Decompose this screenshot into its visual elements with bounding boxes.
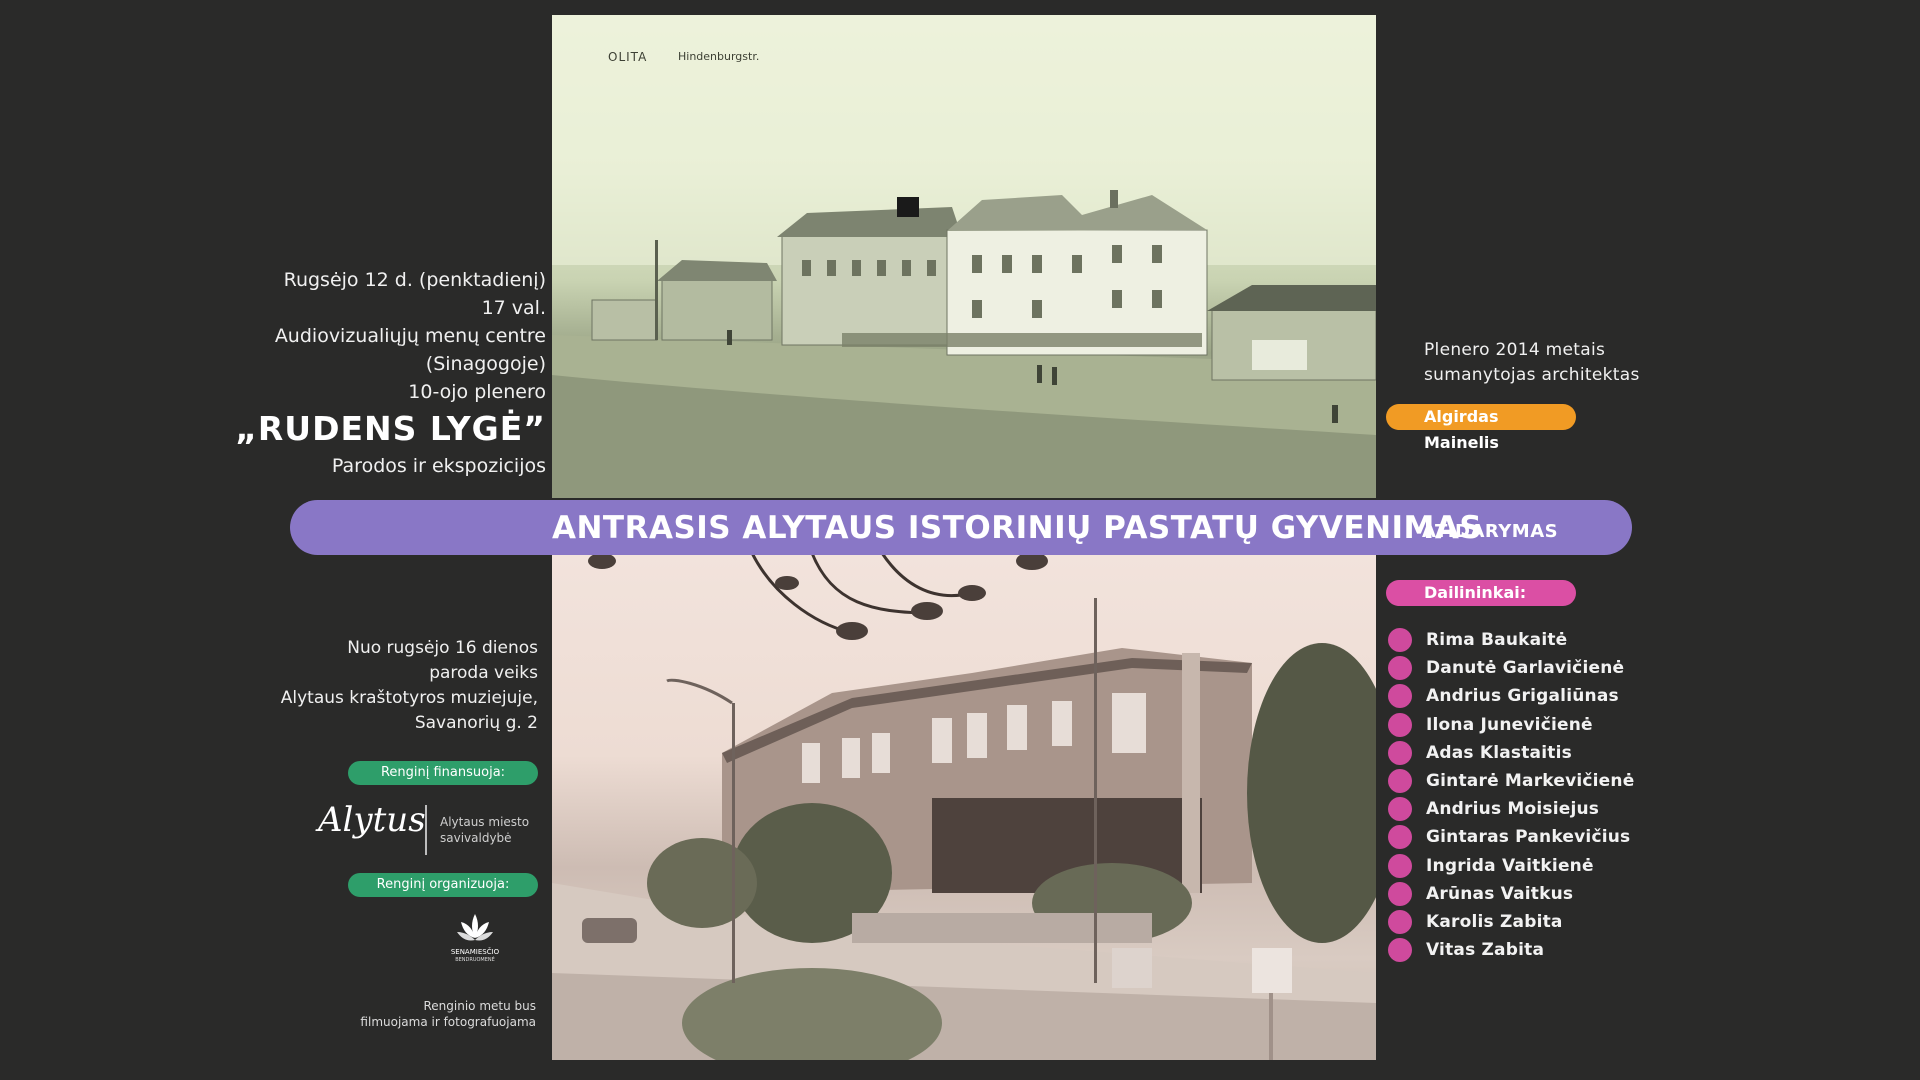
bullet-dot-icon — [1388, 797, 1412, 822]
funded-by-label: Renginį finansuoja: — [348, 761, 538, 785]
artist-name: Vitas Zabita — [1426, 940, 1545, 961]
banner-opening-label: ATIDARYMAS — [1422, 521, 1559, 542]
filming-note-line1: Renginio metu bus — [423, 999, 536, 1013]
list-item: Andrius Grigaliūnas — [1388, 682, 1634, 710]
logo-divider — [425, 805, 427, 855]
event-info: Rugsėjo 12 d. (penktadienį) 17 val. Audi… — [230, 266, 546, 480]
bullet-dot-icon — [1388, 825, 1412, 850]
list-item: Andrius Moisiejus — [1388, 795, 1634, 823]
event-subtitle: Parodos ir ekspozicijos — [331, 455, 546, 477]
initiator-line1: Plenero 2014 metais — [1424, 340, 1606, 360]
banner-title: ANTRASIS ALYTAUS ISTORINIŲ PASTATŲ GYVEN… — [552, 510, 1483, 546]
list-item: Vitas Zabita — [1388, 936, 1634, 964]
list-item: Gintaras Pankevičius — [1388, 823, 1634, 851]
bullet-dot-icon — [1388, 853, 1412, 878]
artist-name: Adas Klastaitis — [1426, 742, 1572, 763]
exhibition-line2: paroda veiks — [429, 663, 538, 683]
initiator-info: Plenero 2014 metais sumanytojas architek… — [1424, 338, 1640, 388]
funder-org-name: Alytaus miesto savivaldybė — [440, 814, 529, 846]
alytus-logo: Alytus — [318, 800, 428, 860]
list-item: Adas Klastaitis — [1388, 739, 1634, 767]
artist-name: Arūnas Vaitkus — [1426, 883, 1574, 904]
list-item: Karolis Zabita — [1388, 908, 1634, 936]
event-date: Rugsėjo 12 d. (penktadienį) — [283, 269, 546, 291]
event-venue-line2: (Sinagogoje) — [425, 353, 546, 375]
list-item: Rima Baukaitė — [1388, 626, 1634, 654]
artist-name: Ilona Junevičienė — [1426, 714, 1593, 735]
initiator-line2: sumanytojas architektas — [1424, 365, 1640, 385]
bullet-dot-icon — [1388, 656, 1412, 681]
photo-caption-street: Hindenburgstr. — [678, 50, 760, 63]
bullet-dot-icon — [1388, 628, 1412, 653]
bullet-dot-icon — [1388, 740, 1412, 765]
artist-name: Gintaras Pankevičius — [1426, 827, 1631, 848]
modern-street-illustration — [552, 553, 1376, 1060]
community-logo: SENAMIESČIO BENDRUOMENĖ — [440, 912, 510, 976]
modern-street-photo — [552, 553, 1376, 1060]
list-item: Gintarė Markevičienė — [1388, 767, 1634, 795]
artist-name: Ingrida Vaitkienė — [1426, 855, 1594, 876]
bullet-dot-icon — [1388, 938, 1412, 963]
artist-name: Andrius Grigaliūnas — [1426, 686, 1619, 707]
artist-name: Andrius Moisiejus — [1426, 799, 1600, 820]
filming-note: Renginio metu bus filmuojama ir fotograf… — [300, 998, 536, 1030]
alytus-logo-text: Alytus — [318, 800, 426, 840]
organized-by-label: Renginį organizuoja: — [348, 873, 538, 897]
event-plenary: 10-ojo plenero — [408, 381, 546, 403]
artist-name: Karolis Zabita — [1426, 911, 1563, 932]
event-time: 17 val. — [481, 297, 546, 319]
funder-org-line1: Alytaus miesto — [440, 815, 530, 829]
event-venue-line1: Audiovizualiųjų menų centre — [274, 325, 546, 347]
list-item: Arūnas Vaitkus — [1388, 880, 1634, 908]
historic-street-photo: OLITA Hindenburgstr. — [552, 15, 1376, 498]
exhibition-line3: Alytaus kraštotyros muziejuje, — [280, 688, 538, 708]
exhibition-line4: Savanorių g. 2 — [414, 713, 538, 733]
community-logo-line1: SENAMIESČIO — [450, 948, 500, 956]
artist-name: Gintarė Markevičienė — [1426, 771, 1635, 792]
bullet-dot-icon — [1388, 684, 1412, 709]
bullet-dot-icon — [1388, 909, 1412, 934]
list-item: Danutė Garlavičienė — [1388, 654, 1634, 682]
exhibition-info: Nuo rugsėjo 16 dienos paroda veiks Alyta… — [230, 636, 538, 736]
bullet-dot-icon — [1388, 881, 1412, 906]
list-item: Ilona Junevičienė — [1388, 711, 1634, 739]
historic-street-illustration — [552, 15, 1376, 498]
artist-name: Rima Baukaitė — [1426, 630, 1568, 651]
lotus-icon — [457, 914, 493, 941]
list-item: Ingrida Vaitkienė — [1388, 852, 1634, 880]
event-name: „RUDENS LYGĖ” — [235, 409, 546, 448]
artists-list: Rima Baukaitė Danutė Garlavičienė Andriu… — [1388, 626, 1634, 964]
funder-org-line2: savivaldybė — [440, 831, 512, 845]
bullet-dot-icon — [1388, 769, 1412, 794]
bullet-dot-icon — [1388, 712, 1412, 737]
photo-caption-city: OLITA — [608, 50, 648, 64]
filming-note-line2: filmuojama ir fotografuojama — [360, 1015, 536, 1029]
artist-name: Danutė Garlavičienė — [1426, 658, 1625, 679]
initiator-name-badge: Algirdas Mainelis — [1386, 404, 1576, 452]
community-logo-line2: BENDRUOMENĖ — [455, 957, 495, 963]
artists-label-badge: Dailininkai: — [1386, 580, 1576, 606]
exhibition-line1: Nuo rugsėjo 16 dienos — [347, 638, 538, 658]
